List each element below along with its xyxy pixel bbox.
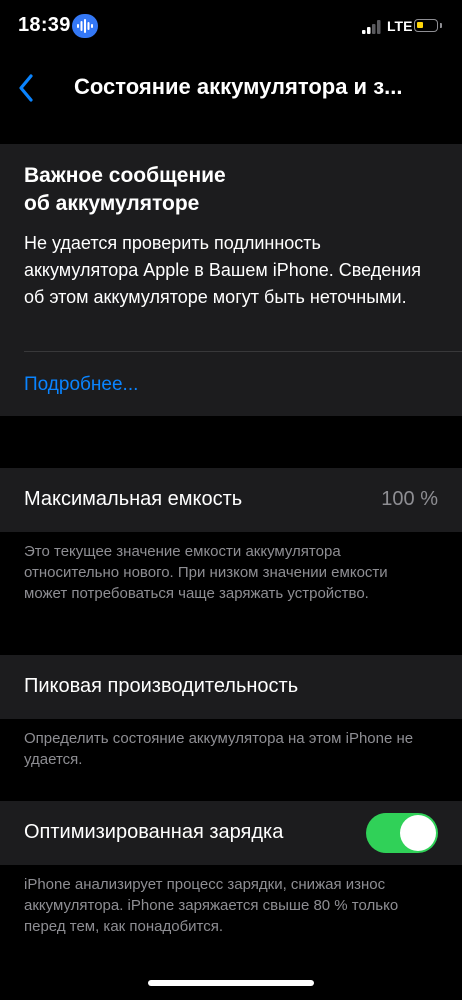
peak-performance-label: Пиковая производительность (24, 675, 299, 697)
message-body: Не удается проверить подлинность аккумул… (24, 233, 421, 307)
peak-performance-row: Пиковая производительность (0, 655, 462, 719)
learn-more-link[interactable]: Подробнее... (24, 374, 138, 396)
optimized-charging-toggle[interactable] (366, 813, 438, 853)
page-title: Состояние аккумулятора и з... (74, 74, 403, 99)
message-title-line1: Важное сообщение (24, 164, 226, 187)
message-title-line2: об аккумуляторе (24, 192, 200, 215)
divider (24, 351, 462, 352)
battery-icon (414, 19, 438, 32)
status-bar: 18:39 LTE (0, 0, 462, 56)
status-time: 18:39 (18, 14, 71, 36)
voice-activity-icon[interactable] (72, 14, 98, 38)
max-capacity-value: 100 % (381, 488, 438, 510)
battery-message-card: Важное сообщение об аккумуляторе Не удае… (0, 144, 462, 416)
toggle-knob (400, 815, 436, 851)
optimized-charging-label: Оптимизированная зарядка (24, 821, 284, 843)
message-title: Важное сообщение об аккумуляторе (24, 162, 226, 218)
navigation-bar: Состояние аккумулятора и з... (0, 56, 462, 120)
battery-level (417, 22, 423, 28)
peak-performance-footer: Определить состояние аккумулятора на это… (24, 730, 414, 768)
optimized-charging-footer: iPhone анализирует процесс зарядки, сниж… (24, 876, 399, 935)
cellular-signal-icon (362, 20, 381, 34)
max-capacity-row: Максимальная емкость 100 % (0, 468, 462, 532)
back-button[interactable] (8, 68, 44, 108)
optimized-charging-row: Оптимизированная зарядка (0, 801, 462, 865)
max-capacity-label: Максимальная емкость (24, 488, 243, 510)
chevron-left-icon (19, 74, 33, 102)
battery-cap (440, 23, 442, 28)
max-capacity-footer: Это текущее значение емкости аккумулятор… (24, 543, 388, 602)
network-type: LTE (387, 18, 413, 34)
home-indicator[interactable] (148, 980, 314, 986)
